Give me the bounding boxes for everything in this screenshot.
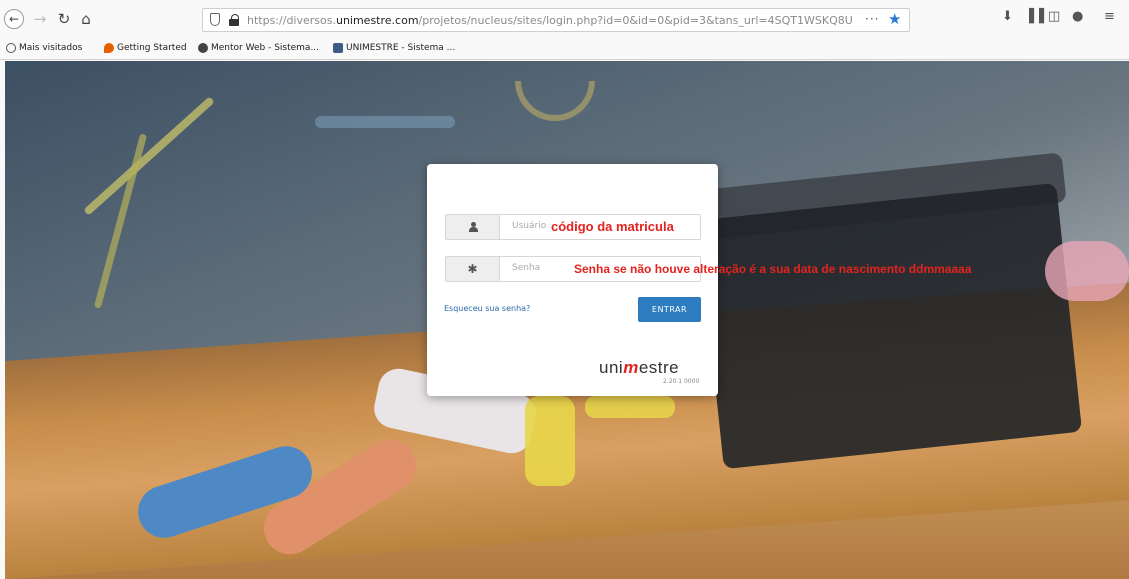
logo-text: uni (599, 358, 624, 377)
unimestre-logo: unimestre (599, 358, 679, 378)
eraser (697, 182, 1083, 470)
hamburger-menu-icon[interactable]: ≡ (1104, 10, 1115, 23)
asterisk-icon: ✱ (467, 262, 478, 276)
logo-mark: m (623, 358, 639, 377)
bookmark-getting-started[interactable]: Getting Started (104, 41, 187, 55)
bookmark-label: Mais visitados (19, 43, 83, 53)
bookmark-unimestre[interactable]: UNIMESTRE - Sistema ... (333, 41, 455, 55)
bookmark-mentor-web[interactable]: Mentor Web - Sistema... (198, 41, 319, 55)
back-button[interactable]: ← (4, 9, 24, 29)
unimestre-icon (333, 43, 343, 53)
lock-icon[interactable] (229, 14, 239, 26)
password-placeholder: Senha (512, 263, 541, 273)
page-actions-menu-icon[interactable]: ··· (865, 12, 879, 26)
forward-button[interactable]: → (30, 9, 50, 29)
bookmark-label: UNIMESTRE - Sistema ... (346, 43, 456, 53)
bookmark-label: Mentor Web - Sistema... (211, 43, 320, 53)
url-domain: unimestre.com (335, 14, 419, 27)
firefox-icon (104, 43, 114, 53)
user-icon (468, 222, 478, 232)
library-icon[interactable]: ▐▐ (1024, 10, 1044, 23)
logo-text: estre (638, 358, 680, 377)
enter-button[interactable]: ENTRAR (638, 297, 701, 322)
annotation-username: código da matricula (551, 219, 674, 234)
shield-icon[interactable] (210, 13, 220, 26)
account-icon[interactable]: ● (1072, 10, 1083, 23)
url-text[interactable]: https://diversos.unimestre.com/projetos/… (247, 14, 857, 27)
browser-toolbar: ← → ↻ ⌂ https://diversos.unimestre.com/p… (0, 0, 1129, 36)
bookmark-mais-visitados[interactable]: Mais visitados (6, 41, 82, 55)
bookmark-star-icon[interactable]: ★ (888, 10, 901, 28)
url-path: /projetos/nucleus/sites/login.php?id=0&i… (418, 14, 853, 27)
pink-chalk (1045, 241, 1129, 301)
version-text: 2.20.1 0000 (663, 378, 700, 385)
gear-icon (6, 43, 16, 53)
login-card: Usuário ✱ Senha Esqueceu sua senha? ENTR… (427, 164, 718, 396)
bookmark-label: Getting Started (117, 43, 187, 53)
home-button[interactable]: ⌂ (76, 9, 96, 29)
username-placeholder: Usuário (512, 221, 547, 231)
reload-button[interactable]: ↻ (54, 9, 74, 29)
yellow-chalk (585, 396, 675, 418)
url-prefix: https:// (247, 14, 287, 27)
download-icon[interactable]: ⬇ (1002, 10, 1013, 23)
bookmarks-toolbar: Mais visitados Getting Started Mentor We… (0, 36, 1129, 60)
globe-icon (198, 43, 208, 53)
password-addon: ✱ (446, 257, 500, 281)
url-host: diversos. (286, 14, 336, 27)
sidebar-icon[interactable]: ◫ (1048, 10, 1060, 23)
annotation-password: Senha se não houve alteração é a sua dat… (574, 262, 972, 276)
forgot-password-link[interactable]: Esqueceu sua senha? (444, 304, 530, 313)
yellow-chalk (525, 396, 575, 486)
address-bar[interactable]: https://diversos.unimestre.com/projetos/… (202, 8, 910, 32)
user-addon (446, 215, 500, 239)
chalk-mark (315, 116, 455, 128)
